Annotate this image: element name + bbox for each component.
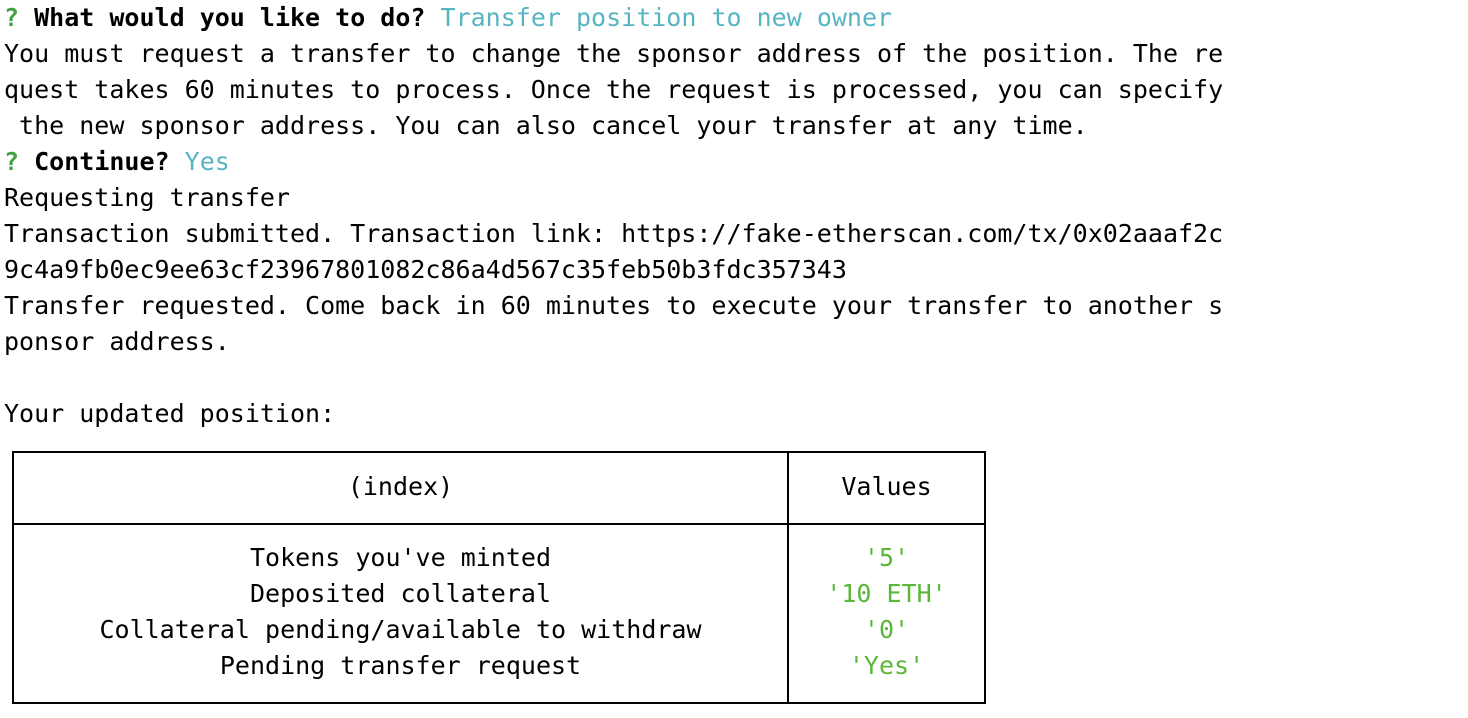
header-divider <box>14 523 984 525</box>
info-line: quest takes 60 minutes to process. Once … <box>4 75 1224 104</box>
status-line: 9c4a9fb0ec9ee63cf23967801082c86a4d567c35… <box>4 255 847 284</box>
info-line: the new sponsor address. You can also ca… <box>4 111 1088 140</box>
updated-position-heading: Your updated position: <box>4 399 336 428</box>
position-table: (index) Values Tokens you've minted '5' … <box>12 451 986 704</box>
prompt-continue: ? Continue? Yes <box>4 144 1464 180</box>
prompt-answer: Yes <box>184 147 230 176</box>
table-header-values: Values <box>841 472 932 501</box>
status-line: ponsor address. <box>4 327 230 356</box>
info-line: You must request a transfer to change th… <box>4 39 1224 68</box>
prompt-marker: ? <box>4 3 20 32</box>
table-header-index: (index) <box>347 472 454 501</box>
prompt-marker: ? <box>4 147 20 176</box>
prompt-question: What would you like to do? <box>34 3 426 32</box>
table-row-index: Collateral pending/available to withdraw <box>99 615 702 644</box>
table-row-value: 'Yes' <box>848 651 925 680</box>
table-row-value: '5' <box>863 543 910 572</box>
prompt-answer: Transfer position to new owner <box>440 3 893 32</box>
status-line: Transaction submitted. Transaction link:… <box>4 219 1224 248</box>
prompt-question: Continue? <box>34 147 170 176</box>
status-line: Transfer requested. Come back in 60 minu… <box>4 291 1224 320</box>
table-row-index: Deposited collateral <box>249 579 552 608</box>
table-row-value: '0' <box>863 615 910 644</box>
table-row-index: Pending transfer request <box>219 651 582 680</box>
status-line: Requesting transfer <box>4 183 290 212</box>
table-row-index: Tokens you've minted <box>249 543 552 572</box>
terminal-output: ? What would you like to do? Transfer po… <box>4 0 1464 432</box>
table-row-value: '10 ETH' <box>826 579 947 608</box>
prompt-what-to-do: ? What would you like to do? Transfer po… <box>4 0 1464 36</box>
